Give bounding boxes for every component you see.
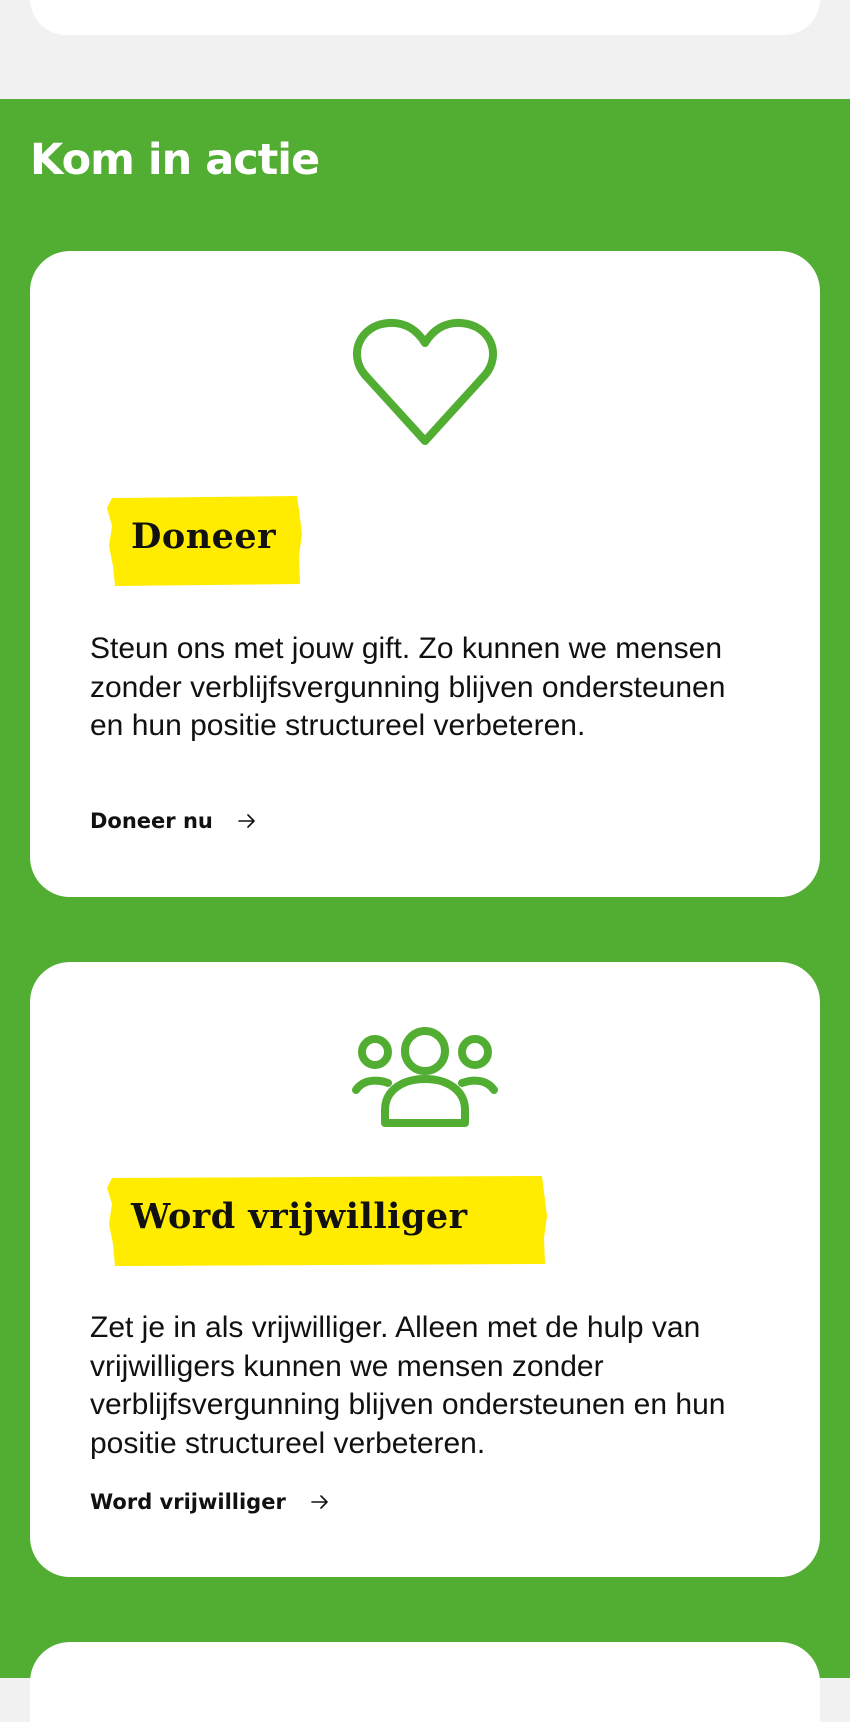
previous-card-bottom bbox=[30, 0, 820, 35]
donate-card: Doneer Steun ons met jouw gift. Zo kunne… bbox=[30, 251, 820, 897]
donate-heading: Doneer bbox=[131, 516, 277, 557]
become-volunteer-link-label: Word vrijwilliger bbox=[90, 1490, 286, 1514]
people-group-icon bbox=[352, 1026, 498, 1135]
next-card-top bbox=[30, 1642, 820, 1722]
donate-now-link-label: Doneer nu bbox=[90, 809, 213, 833]
donate-now-link[interactable]: Doneer nu bbox=[90, 809, 257, 833]
section-title: Kom in actie bbox=[30, 135, 320, 185]
donate-description: Steun ons met jouw gift. Zo kunnen we me… bbox=[90, 632, 726, 742]
arrow-right-icon bbox=[237, 811, 257, 831]
take-action-section: Kom in actie Doneer Steun ons met jouw g… bbox=[0, 99, 850, 1722]
become-volunteer-link[interactable]: Word vrijwilliger bbox=[90, 1490, 330, 1514]
arrow-right-icon bbox=[310, 1492, 330, 1512]
volunteer-card: Word vrijwilliger Zet je in als vrijwill… bbox=[30, 962, 820, 1577]
volunteer-heading: Word vrijwilliger bbox=[131, 1196, 468, 1237]
heart-icon bbox=[352, 317, 498, 452]
volunteer-heading-highlight: Word vrijwilliger bbox=[107, 1176, 547, 1266]
donate-heading-highlight: Doneer bbox=[107, 496, 302, 586]
volunteer-description: Zet je in als vrijwilliger. Alleen met d… bbox=[90, 1311, 726, 1460]
